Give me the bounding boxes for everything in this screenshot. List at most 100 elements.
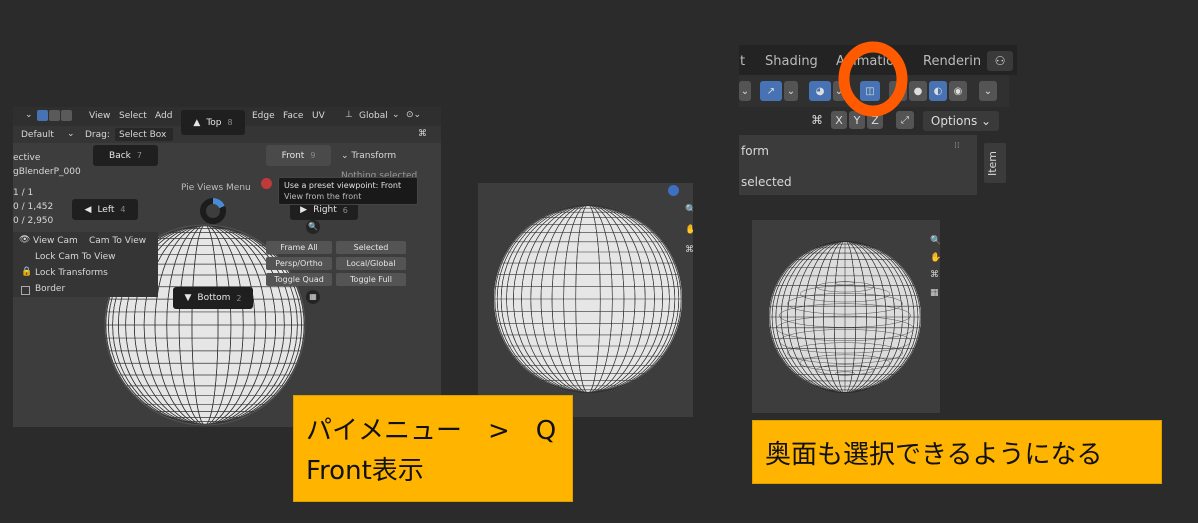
pie-right-label: Right (313, 205, 337, 215)
pie-left-key: 4 (120, 205, 126, 214)
toggle-quad-button[interactable]: Toggle Quad (266, 273, 332, 286)
grid-icon[interactable]: ▦ (930, 288, 939, 298)
menu-add[interactable]: Add (155, 111, 172, 121)
camera-icon[interactable]: ⌘ (930, 270, 939, 280)
frame-all-button[interactable]: Frame All (266, 241, 332, 254)
menu-select[interactable]: Select (119, 111, 147, 121)
view-cam-button[interactable]: View Cam (33, 236, 78, 246)
pie-bottom-label: Bottom (197, 293, 231, 303)
lock-transforms[interactable]: Lock Transforms (35, 268, 108, 278)
face-mode-icon[interactable] (61, 110, 72, 121)
menu-face[interactable]: Face (283, 111, 303, 121)
tab-rendering[interactable]: Renderin (923, 54, 981, 69)
triangle-right-icon: ▶ (300, 205, 308, 215)
edge-mode-icon[interactable] (49, 110, 60, 121)
tab-shading[interactable]: Shading (765, 54, 818, 69)
gizmo-toggle-icon[interactable]: ↗ (760, 81, 782, 101)
chevron-down-icon[interactable]: ⌄ (784, 81, 798, 101)
pie-front-label: Front (281, 150, 305, 161)
select-mode-icons[interactable] (37, 110, 72, 121)
drag-handle-icon[interactable]: ⁞⁞ (954, 141, 960, 151)
options-dropdown[interactable]: Options ⌄ (923, 111, 999, 131)
pie-right-key: 6 (342, 205, 348, 215)
properties-area: form ⁞⁞ selected (739, 135, 977, 195)
pie-front-button[interactable]: Front 9 (266, 145, 331, 166)
pie-bottom-button[interactable]: ▼ Bottom 2 (173, 287, 253, 309)
menu-uv[interactable]: UV (312, 111, 325, 121)
menu-view[interactable]: View (89, 111, 110, 121)
tab-item-label: Item (986, 150, 1000, 177)
tab-fragment[interactable]: t (740, 54, 745, 69)
transform-label: Transform (351, 151, 397, 161)
select-box-label: Select Box (119, 130, 167, 140)
pie-back-button[interactable]: Back 7 (93, 145, 158, 166)
selected-fragment: selected (741, 175, 792, 189)
pie-caption-line1: パイメニュー > Q (306, 416, 557, 446)
gizmo-icon[interactable]: ⌘ (418, 129, 427, 139)
tab-item[interactable]: Item (984, 143, 1006, 183)
global-dropdown[interactable]: Global (359, 111, 388, 121)
scene-icon[interactable]: ⚇ (987, 51, 1013, 71)
mirror-icon[interactable]: ⌘ (811, 113, 823, 127)
camera-icon[interactable]: ⌘ (685, 245, 693, 255)
left-viewport-panel: ⌄ View Select Add Edge Face UV ⊥ Global … (13, 107, 441, 427)
chevron-down-icon[interactable]: ⌄ (25, 110, 33, 120)
transform-header[interactable]: ⌄ Transform (341, 151, 396, 161)
view-menu-box: 👁 View Cam Cam To View Lock Cam To View … (13, 232, 158, 297)
pie-top-key: 8 (227, 118, 233, 127)
triangle-down-icon: ▼ (184, 293, 192, 303)
select-box-dropdown[interactable]: Select Box (115, 128, 173, 141)
triangle-left-icon: ◀ (84, 204, 92, 215)
chevron-down-icon[interactable]: ⌄ (739, 81, 751, 101)
hand-icon[interactable]: ✋ (685, 225, 693, 235)
stat-line: 1 / 1 (13, 188, 34, 198)
frame-selected-button[interactable]: Selected (336, 241, 406, 254)
toggle-full-button[interactable]: Toggle Full (336, 273, 406, 286)
pie-left-label: Left (97, 204, 115, 215)
lock-cam-to-view[interactable]: Lock Cam To View (35, 252, 116, 262)
transform-fragment[interactable]: form (741, 144, 769, 158)
cam-to-view-button[interactable]: Cam To View (89, 236, 146, 246)
chevron-down-icon[interactable]: ⌄ (67, 129, 75, 139)
right-top-panel: t Shading Animation Renderin ⚇ ⌄ ↗ ⌄ ◕ ⌄… (739, 35, 1017, 198)
middle-viewport-panel: 🔍 ✋ ⌘ (478, 183, 693, 417)
lock-icon: 🔒 (21, 267, 33, 277)
tooltip-line1b: Front (380, 181, 402, 190)
pie-title: Pie Views Menu (181, 183, 251, 193)
pie-front-key: 9 (310, 151, 316, 160)
pivot-icon[interactable]: ⊙⌄ (406, 110, 421, 120)
vertex-mode-icon[interactable] (37, 110, 48, 121)
zoom-icon[interactable]: 🔍 (930, 236, 940, 246)
default-dropdown[interactable]: Default (21, 130, 54, 140)
transform-orientation-icon[interactable]: ⊥ (345, 110, 353, 120)
pie-top-label: Top (206, 117, 222, 128)
rendered-shading-icon[interactable]: ◉ (949, 81, 967, 101)
xray-caption: 奥面も選択できるようになる (765, 440, 1103, 470)
pie-left-button[interactable]: ◀ Left 4 (72, 199, 138, 220)
sphere-mesh[interactable] (488, 199, 688, 399)
zoom-icon[interactable]: 🔍 (306, 220, 320, 234)
stat-line: ective (13, 153, 41, 163)
persp-ortho-button[interactable]: Persp/Ortho (266, 257, 332, 270)
stat-line: 0 / 2,950 (13, 216, 54, 226)
pie-back-key: 7 (136, 151, 142, 160)
grid-icon[interactable]: ▦ (306, 290, 320, 304)
menu-edge[interactable]: Edge (252, 111, 275, 121)
pie-top-button[interactable]: ▲ Top 8 (181, 110, 245, 135)
right-viewport-panel: 🔍 ✋ ⌘ ▦ (752, 220, 940, 413)
material-shading-icon[interactable]: ◐ (929, 81, 947, 101)
local-global-button[interactable]: Local/Global (336, 257, 406, 270)
eye-icon: 👁 (19, 235, 31, 245)
pie-caption-line2: Front表示 (306, 456, 424, 486)
highlight-circle (838, 41, 908, 117)
pie-ring-icon (200, 198, 226, 224)
zoom-icon[interactable]: 🔍 (685, 205, 693, 215)
border-checkbox[interactable] (21, 286, 30, 295)
hand-icon[interactable]: ✋ (930, 253, 940, 263)
sphere-mesh-xray[interactable] (760, 232, 930, 402)
chevron-down-icon[interactable]: ⌄ (392, 110, 400, 120)
chevron-down-icon[interactable]: ⌄ (979, 81, 997, 101)
xray-caption-box: 奥面も選択できるようになる (752, 420, 1162, 484)
stat-line: gBlenderP_000 (13, 167, 81, 177)
overlays-icon[interactable]: ◕ (809, 81, 831, 101)
